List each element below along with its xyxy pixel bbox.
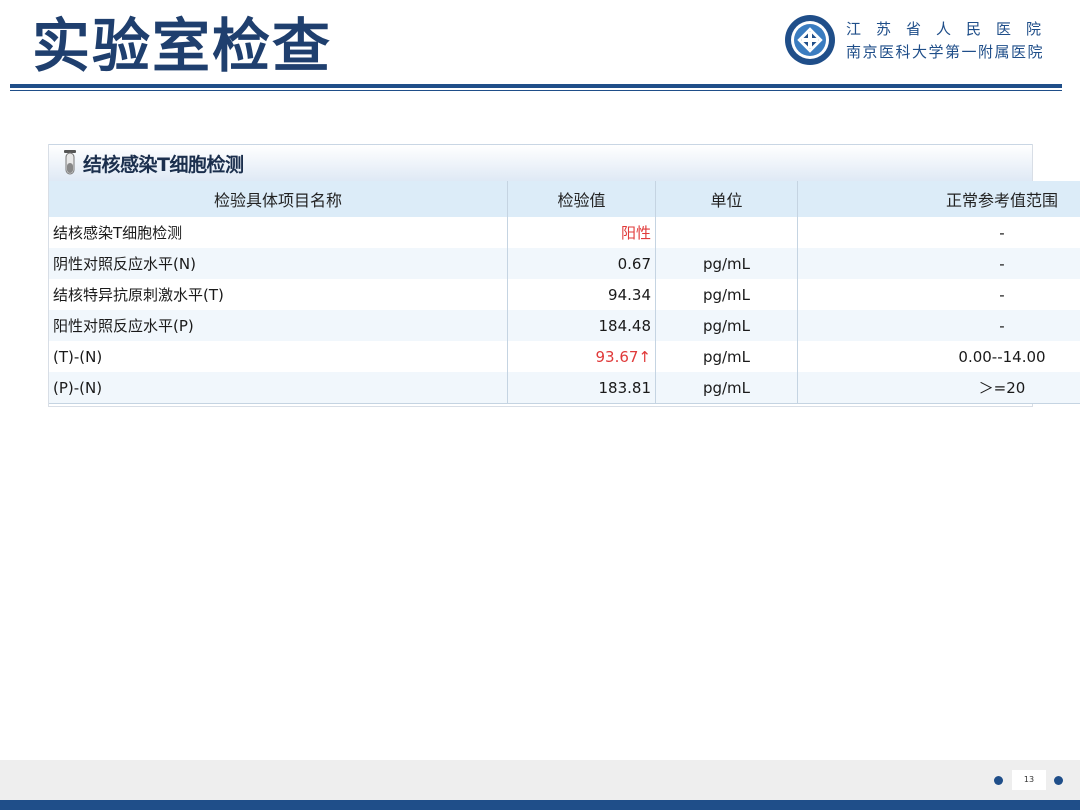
table-header-row: 检验具体项目名称 检验值 单位 正常参考值范围 [49,181,1080,217]
row-unit: pg/mL [655,279,798,310]
row-value: 0.67 [507,248,656,279]
table-row: 结核感染T细胞检测 阳性 - [49,217,1080,248]
panel-header: 结核感染T细胞检测 [49,144,1032,181]
row-unit: pg/mL [655,372,798,404]
row-value: 183.81 [507,372,656,404]
hospital-logo-icon [785,15,835,65]
hospital-name-line2: 南京医科大学第一附属医院 [846,43,1045,61]
row-range: - [797,310,1080,341]
row-name: 阳性对照反应水平(P) [49,310,508,341]
dot-left-icon [994,776,1003,785]
row-unit: pg/mL [655,248,798,279]
hospital-name-line1: 江苏省人民医院 [846,20,1057,38]
row-name: (T)-(N) [49,341,508,372]
row-value: 阳性 [507,217,656,248]
table-row: (T)-(N) 93.67↑ pg/mL 0.00--14.00 [49,341,1080,372]
row-range: 0.00--14.00 [797,341,1080,372]
row-range: ＞=20 [797,372,1080,404]
page-number: 13 [1012,770,1046,790]
header-rule-thin [10,90,1062,91]
table-row: 阴性对照反应水平(N) 0.67 pg/mL - [49,248,1080,279]
header-value: 检验值 [507,181,656,217]
table-row: 结核特异抗原刺激水平(T) 94.34 pg/mL - [49,279,1080,310]
row-name: 结核感染T细胞检测 [49,217,508,248]
slide-title: 实验室检查 [32,12,333,80]
row-unit: pg/mL [655,310,798,341]
row-range: - [797,248,1080,279]
row-unit [655,217,798,248]
table-row: 阳性对照反应水平(P) 184.48 pg/mL - [49,310,1080,341]
table-row: (P)-(N) 183.81 pg/mL ＞=20 [49,372,1080,404]
header-item-name: 检验具体项目名称 [49,181,508,217]
dot-right-icon [1054,776,1063,785]
panel-title: 结核感染T细胞检测 [83,153,244,176]
header-rule [10,84,1062,88]
row-value: 93.67↑ [507,341,656,372]
report-panel: 结核感染T细胞检测 检验具体项目名称 检验值 单位 正常参考值范围 结核感染T细… [48,144,1080,407]
row-name: 结核特异抗原刺激水平(T) [49,279,508,310]
hospital-name: 江苏省人民医院 南京医科大学第一附属医院 [846,18,1052,64]
row-range: - [797,217,1080,248]
row-value: 184.48 [507,310,656,341]
footer-band [0,760,1080,800]
results-table: 检验具体项目名称 检验值 单位 正常参考值范围 结核感染T细胞检测 阳性 - 阴… [49,181,1080,404]
row-range: - [797,279,1080,310]
row-value: 94.34 [507,279,656,310]
row-name: 阴性对照反应水平(N) [49,248,508,279]
footer-bar [0,800,1080,810]
test-tube-icon [64,150,76,175]
row-unit: pg/mL [655,341,798,372]
header-unit: 单位 [655,181,798,217]
header-range: 正常参考值范围 [797,181,1080,217]
row-name: (P)-(N) [49,372,508,404]
